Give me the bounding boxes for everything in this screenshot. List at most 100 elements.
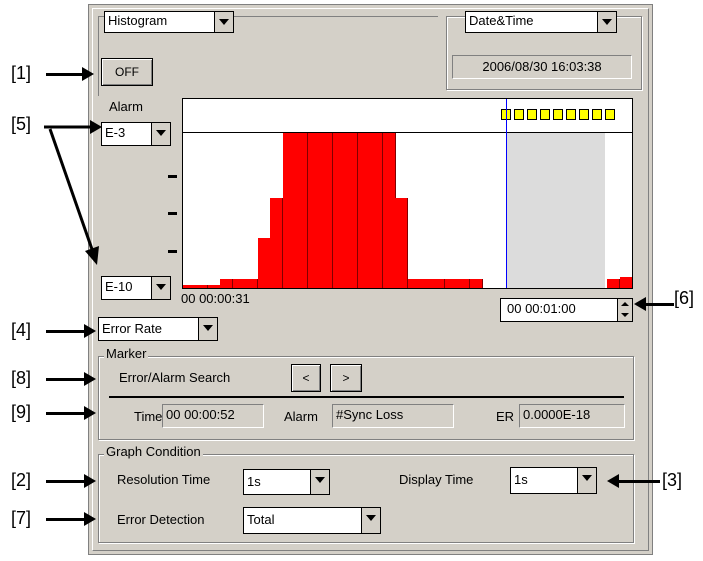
callout-8: [8]: [11, 368, 32, 388]
histogram-bar: [307, 133, 321, 288]
histogram-bar: [207, 285, 221, 288]
chevron-down-icon: [151, 123, 170, 145]
histogram-bar: [370, 133, 384, 288]
alarm-markers: [183, 99, 632, 132]
callout-arrow: [46, 412, 86, 415]
histogram-bar: [345, 133, 359, 288]
datetime-display: 2006/08/30 16:03:38: [452, 55, 632, 79]
clock-select[interactable]: Date&Time: [465, 11, 617, 33]
er-value: 0.0000E-18: [519, 404, 625, 428]
alarm-marker-icon: [605, 109, 615, 120]
histogram-bar: [469, 279, 483, 288]
error-detection-label: Error Detection: [117, 512, 205, 527]
mode-select[interactable]: Histogram: [104, 11, 234, 33]
alarm-upper-value: E-3: [105, 125, 126, 140]
arrowhead-icon: [84, 406, 96, 420]
alarm-marker-icon: [566, 109, 576, 120]
alarm-marker-icon: [579, 109, 589, 120]
arrowhead-icon: [82, 67, 94, 81]
histogram-bar: [282, 133, 296, 288]
callout-arrow: [46, 480, 86, 483]
callout-arrow: [46, 330, 86, 333]
histogram-bar: [419, 279, 433, 288]
resolution-time-label: Resolution Time: [117, 472, 211, 487]
callout-arrow: [642, 303, 674, 306]
alarm-marker-icon: [527, 109, 537, 120]
alarm-label: Alarm: [109, 99, 143, 114]
callout-1: [1]: [11, 63, 32, 83]
callout-3: [3]: [662, 470, 683, 490]
callout-arrow: [46, 518, 86, 521]
histogram-bar: [332, 133, 346, 288]
callout-4: [4]: [11, 320, 32, 340]
display-time-value: 1s: [514, 472, 528, 487]
measure-select-value: Error Rate: [102, 321, 162, 336]
histogram-bar: [270, 198, 284, 288]
chevron-down-icon: [310, 470, 329, 494]
display-time-select[interactable]: 1s: [510, 467, 597, 494]
arrowhead-icon: [84, 512, 96, 526]
span-spinner[interactable]: 00 00:01:00: [500, 298, 633, 322]
alarm-upper-select[interactable]: E-3: [101, 122, 171, 146]
histogram-bar: [183, 285, 196, 288]
marker-cursor[interactable]: [506, 99, 507, 288]
histogram-bar: [257, 238, 271, 288]
measure-select[interactable]: Error Rate: [98, 317, 218, 341]
alarm-lower-select[interactable]: E-10: [101, 276, 171, 300]
search-next-button[interactable]: >: [330, 364, 362, 392]
y-tick: [168, 250, 177, 253]
error-detection-value: Total: [247, 512, 275, 527]
marker-group-label: Marker: [104, 346, 149, 361]
histogram-bar: [444, 279, 458, 288]
histogram-bar: [195, 285, 209, 288]
alarm-marker-icon: [540, 109, 550, 120]
bars-area: [183, 133, 632, 288]
histogram-bar: [357, 133, 371, 288]
graph-start-time: 00 00:00:31: [181, 291, 250, 306]
callout-6: [6]: [674, 288, 695, 308]
histogram-bar: [607, 279, 621, 288]
histogram-bar: [619, 277, 632, 288]
y-tick: [168, 175, 177, 178]
callout-7: [7]: [11, 508, 32, 528]
callout-arrow: [46, 73, 86, 76]
callout-arrow: [46, 378, 86, 381]
histogram-bar: [432, 279, 446, 288]
callout-9: [9]: [11, 402, 32, 422]
time-value: 00 00:00:52: [162, 404, 264, 428]
error-detection-select[interactable]: Total: [243, 507, 381, 534]
spin-down-icon[interactable]: [617, 310, 632, 321]
histogram-bar: [232, 279, 246, 288]
callout-5: [5]: [11, 114, 32, 134]
mode-select-value: Histogram: [108, 13, 168, 28]
arrowhead-icon: [84, 372, 96, 386]
search-prev-button[interactable]: <: [291, 364, 321, 392]
clock-select-value: Date&Time: [469, 13, 534, 28]
off-button[interactable]: OFF: [101, 58, 153, 86]
arrowhead-icon: [634, 297, 646, 311]
alarm-marker-icon: [553, 109, 563, 120]
callout-arrow: [618, 480, 660, 483]
histogram-bar: [220, 279, 234, 288]
chevron-down-icon: [361, 508, 380, 533]
histogram-graph[interactable]: [182, 98, 633, 289]
er-label: ER: [496, 409, 515, 424]
span-value: 00 00:01:00: [507, 301, 576, 316]
resolution-time-select[interactable]: 1s: [243, 469, 330, 495]
alarm-value-label: Alarm: [284, 409, 318, 424]
histogram-bar: [320, 133, 334, 288]
marker-divider: [109, 396, 624, 398]
chevron-down-icon: [597, 12, 616, 32]
graph-condition-label: Graph Condition: [104, 444, 203, 459]
alarm-marker-icon: [514, 109, 524, 120]
histogram-bar: [382, 133, 396, 288]
alarm-marker-icon: [592, 109, 602, 120]
histogram-bar: [245, 279, 259, 288]
display-time-label: Display Time: [399, 472, 474, 487]
callout-2: [2]: [11, 470, 32, 490]
alarm-value: #Sync Loss: [332, 404, 454, 428]
y-tick: [168, 212, 177, 215]
alarm-lower-value: E-10: [105, 279, 133, 294]
chevron-down-icon: [214, 12, 233, 32]
arrowhead-icon: [84, 474, 96, 488]
